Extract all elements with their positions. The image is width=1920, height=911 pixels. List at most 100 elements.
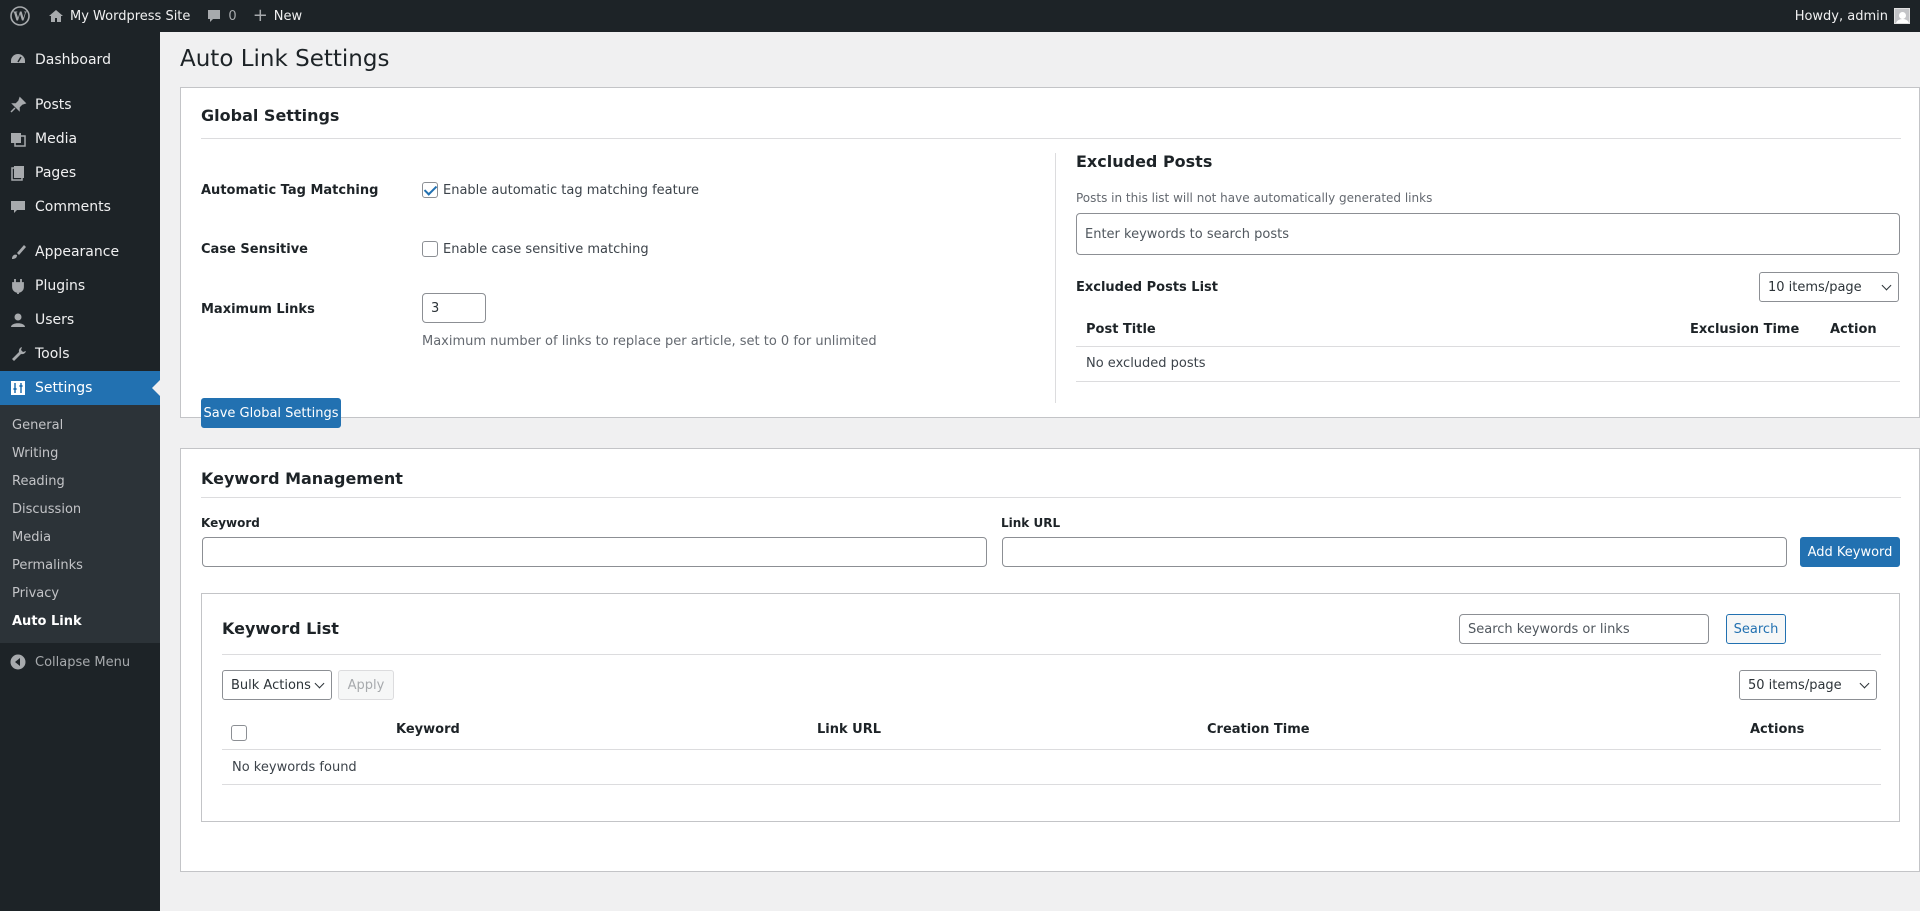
- media-icon: [9, 130, 27, 148]
- table-divider: [1076, 381, 1900, 382]
- plus-icon: +: [252, 5, 268, 26]
- new-label: New: [273, 8, 303, 24]
- column-divider: [1055, 153, 1056, 403]
- global-settings-card: Global Settings Automatic Tag Matching E…: [180, 87, 1920, 428]
- excluded-posts-search-input[interactable]: Enter keywords to search posts: [1076, 213, 1900, 255]
- submenu-item-media[interactable]: Media: [0, 524, 160, 552]
- case-sensitive-checkbox[interactable]: [422, 241, 438, 257]
- add-keyword-button[interactable]: Add Keyword: [1800, 537, 1900, 567]
- keyword-field-label: Keyword: [201, 516, 260, 530]
- submenu-item-writing[interactable]: Writing: [0, 440, 160, 468]
- sidebar-item-settings[interactable]: Settings: [0, 371, 160, 405]
- comment-icon: [9, 198, 27, 216]
- sidebar-item-label: Dashboard: [35, 52, 111, 68]
- site-name-link[interactable]: My Wordpress Site: [40, 0, 198, 32]
- submenu-item-permalinks[interactable]: Permalinks: [0, 552, 160, 580]
- main-content: Auto Link Settings Global Settings Autom…: [160, 32, 1920, 911]
- column-keyword: Keyword: [396, 722, 460, 737]
- max-links-input[interactable]: 3: [422, 293, 486, 323]
- wordpress-logo-icon[interactable]: W: [0, 0, 40, 32]
- case-sensitive-option: Enable case sensitive matching: [422, 241, 649, 257]
- tag-matching-label: Automatic Tag Matching: [201, 183, 379, 198]
- excluded-per-page-value: 10 items/page: [1768, 279, 1862, 295]
- sidebar-item-plugins[interactable]: Plugins: [0, 269, 160, 303]
- sidebar-item-label: Posts: [35, 97, 72, 113]
- divider: [201, 138, 1901, 139]
- column-creation-time: Creation Time: [1207, 722, 1310, 737]
- keyword-input[interactable]: [202, 537, 987, 567]
- search-button[interactable]: Search: [1726, 614, 1786, 644]
- keyword-list-panel: Keyword List Search keywords or links Se…: [201, 593, 1900, 822]
- user-icon: [9, 311, 27, 329]
- admin-sidebar: Dashboard Posts Media Pages Comments App…: [0, 32, 160, 911]
- sidebar-item-label: Plugins: [35, 278, 86, 294]
- submenu-item-discussion[interactable]: Discussion: [0, 496, 160, 524]
- column-exclusion-time: Exclusion Time: [1690, 322, 1800, 337]
- table-divider: [1076, 346, 1900, 347]
- sidebar-item-dashboard[interactable]: Dashboard: [0, 43, 160, 77]
- howdy-text: Howdy, admin: [1794, 8, 1888, 24]
- bulk-actions-select[interactable]: Bulk Actions: [222, 670, 332, 700]
- select-all-checkbox[interactable]: [231, 725, 247, 741]
- case-sensitive-text: Enable case sensitive matching: [443, 241, 649, 257]
- sidebar-item-label: Pages: [35, 165, 77, 181]
- keyword-search-input[interactable]: Search keywords or links: [1459, 614, 1709, 644]
- sidebar-item-label: Comments: [35, 199, 111, 215]
- chevron-down-icon: [1881, 280, 1892, 290]
- sidebar-item-label: Appearance: [35, 244, 120, 260]
- wrench-icon: [9, 345, 27, 363]
- max-links-label: Maximum Links: [201, 302, 315, 317]
- sidebar-item-label: Tools: [35, 346, 70, 362]
- settings-submenu: General Writing Reading Discussion Media…: [0, 405, 160, 643]
- sidebar-item-tools[interactable]: Tools: [0, 337, 160, 371]
- sidebar-item-label: Settings: [35, 380, 93, 396]
- tag-matching-option: Enable automatic tag matching feature: [422, 182, 699, 198]
- excluded-empty-message: No excluded posts: [1086, 356, 1206, 371]
- submenu-item-general[interactable]: General: [0, 412, 160, 440]
- sidebar-item-appearance[interactable]: Appearance: [0, 235, 160, 269]
- max-links-description: Maximum number of links to replace per a…: [422, 334, 877, 349]
- collapse-menu-button[interactable]: Collapse Menu: [0, 645, 160, 679]
- keyword-management-title: Keyword Management: [201, 469, 403, 488]
- excluded-posts-title: Excluded Posts: [1076, 152, 1213, 171]
- comments-link[interactable]: 0: [198, 0, 244, 32]
- sidebar-item-label: Users: [35, 312, 75, 328]
- collapse-icon: [9, 653, 27, 671]
- new-content-link[interactable]: + New: [245, 0, 310, 32]
- table-divider: [222, 784, 1881, 785]
- sidebar-item-users[interactable]: Users: [0, 303, 160, 337]
- settings-icon: [9, 379, 27, 397]
- my-account-link[interactable]: Howdy, admin: [1787, 0, 1920, 32]
- keyword-per-page-value: 50 items/page: [1748, 677, 1842, 693]
- plugin-icon: [9, 277, 27, 295]
- apply-button[interactable]: Apply: [338, 670, 394, 700]
- keyword-per-page-select[interactable]: 50 items/page: [1739, 670, 1877, 700]
- brush-icon: [9, 243, 27, 261]
- sidebar-item-label: Media: [35, 131, 78, 147]
- excluded-posts-list-title: Excluded Posts List: [1076, 280, 1219, 295]
- divider: [222, 654, 1881, 655]
- dashboard-icon: [9, 51, 27, 69]
- home-icon: [48, 8, 64, 24]
- submenu-item-privacy[interactable]: Privacy: [0, 580, 160, 608]
- link-url-field-label: Link URL: [1001, 516, 1061, 530]
- sidebar-item-comments[interactable]: Comments: [0, 190, 160, 224]
- sidebar-item-posts[interactable]: Posts: [0, 88, 160, 122]
- excluded-per-page-select[interactable]: 10 items/page: [1759, 272, 1899, 302]
- chevron-down-icon: [1859, 678, 1870, 688]
- link-url-input[interactable]: [1002, 537, 1787, 567]
- comment-icon: [206, 8, 222, 24]
- sidebar-item-pages[interactable]: Pages: [0, 156, 160, 190]
- column-post-title: Post Title: [1086, 322, 1156, 337]
- keyword-management-card: Keyword Management Keyword Link URL Add …: [180, 448, 1920, 872]
- submenu-item-auto-link[interactable]: Auto Link: [0, 608, 160, 636]
- comments-count: 0: [228, 8, 237, 24]
- sidebar-item-media[interactable]: Media: [0, 122, 160, 156]
- svg-text:W: W: [12, 10, 27, 24]
- save-global-settings-button[interactable]: Save Global Settings: [201, 398, 341, 428]
- tag-matching-checkbox[interactable]: [422, 182, 438, 198]
- avatar: [1894, 8, 1910, 24]
- submenu-item-reading[interactable]: Reading: [0, 468, 160, 496]
- site-name: My Wordpress Site: [70, 8, 191, 24]
- column-actions: Actions: [1750, 722, 1805, 737]
